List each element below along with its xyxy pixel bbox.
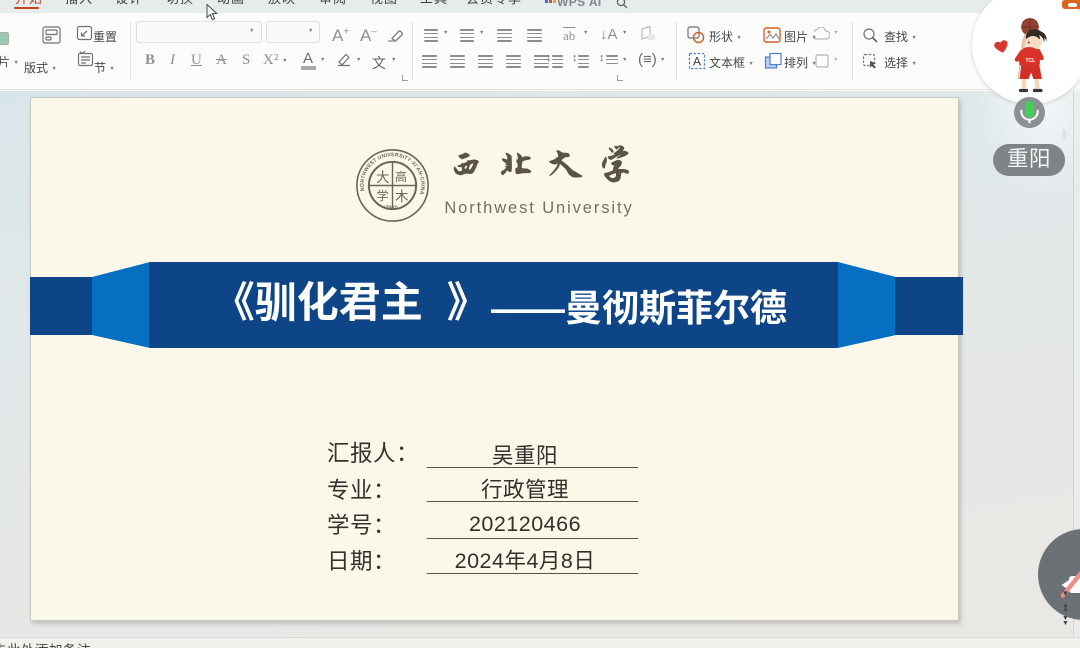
- svg-text:高: 高: [395, 168, 407, 185]
- svg-text:木: 木: [395, 185, 409, 205]
- svg-text:学: 学: [377, 187, 389, 204]
- svg-text:TCL: TCL: [1026, 58, 1036, 64]
- svg-text:大: 大: [376, 166, 390, 186]
- svg-text:A: A: [693, 55, 701, 69]
